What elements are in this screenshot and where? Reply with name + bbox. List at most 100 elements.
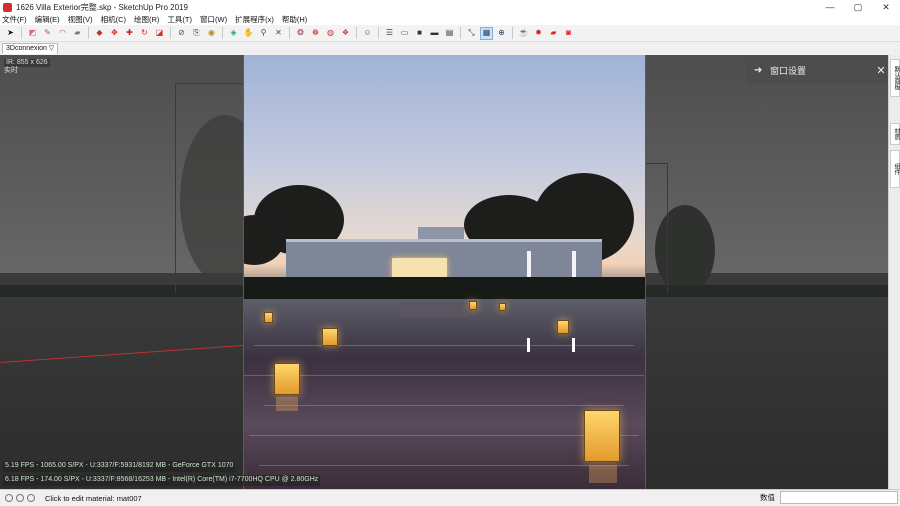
menu-camera[interactable]: 相机(C) [101,14,126,25]
axes-icon[interactable]: ◉ [206,28,217,39]
villa-window [392,258,447,279]
paint-icon[interactable]: ◈ [228,28,239,39]
close-button[interactable]: ✕ [872,0,900,14]
close-icon[interactable]: ✕ [874,64,888,77]
menu-draw[interactable]: 绘图(R) [134,14,159,25]
walk-icon[interactable]: ⤡ [466,28,477,39]
geo-location-icon[interactable] [5,494,13,502]
toolbar-divider [460,27,461,39]
menu-extensions[interactable]: 扩展程序(x) [235,14,274,25]
window-controls: — ▢ ✕ [816,0,900,14]
grid-icon[interactable]: ▬ [429,28,440,39]
gpu-performance-text: 5.19 FPS - 1065.00 S/PX - U:3337/F:5931/… [3,461,236,472]
menu-file[interactable]: 文件(F) [2,14,27,25]
help-icon[interactable] [27,494,35,502]
component-icon[interactable]: ❖ [340,28,351,39]
interactive-render-region[interactable] [243,55,646,489]
menu-view[interactable]: 视图(V) [68,14,93,25]
floating-lantern [584,410,620,462]
menu-help[interactable]: 帮助(H) [282,14,307,25]
dock-tab-materials[interactable]: 材质 [890,123,900,145]
render-hedge [244,277,645,299]
toolbar-divider [378,27,379,39]
window-settings-panel[interactable]: ➜ 窗口设置 ✕ [746,56,888,84]
layout-icon[interactable]: ▦ [480,26,493,40]
vray-render-icon[interactable]: ☕ [518,28,529,39]
floating-lantern [469,301,477,310]
vray-interactive-icon[interactable]: ◙ [563,28,574,39]
measurements-label: 数值 [760,493,775,502]
toolbar-divider [21,27,22,39]
arrow-right-icon[interactable]: ➜ [754,65,766,76]
guide-line [175,83,176,293]
arc-icon[interactable]: ◠ [57,28,68,39]
credits-icon[interactable] [16,494,24,502]
model-viewport[interactable]: IR: 855 x 626 实时 5.19 FPS - 1065.00 S/PX… [0,55,888,489]
water-ripple [264,405,624,406]
tape-icon[interactable]: ⊘ [176,28,187,39]
shape-icon[interactable]: ▰ [72,28,83,39]
cpu-performance-text: 6.18 FPS - 174.00 S/PX - U:3337/F:8568/1… [3,475,321,486]
scene-tab-row: 3Dconnexion ▽ [0,42,900,55]
extension-icon[interactable]: ❁ [310,28,321,39]
floating-lantern [557,320,569,334]
water-ripple [254,345,634,346]
scale-icon[interactable]: ↻ [139,28,150,39]
villa-window [527,251,531,277]
water-ripple [259,465,629,466]
window-title: 1626 Villa Exterior完整.skp - SketchUp Pro… [16,2,188,12]
render-mode: 实时 [4,67,18,74]
menu-window[interactable]: 窗口(W) [200,14,227,25]
select-icon[interactable]: ➤ [5,28,16,39]
dock-tab-default-tray[interactable]: 默认面板 [890,59,900,97]
offset-icon[interactable]: ◪ [154,28,165,39]
orbit-icon[interactable]: ✋ [243,28,254,39]
vray-settings-icon[interactable]: ✹ [533,28,544,39]
measurements-input[interactable] [780,491,898,504]
water-ripple [244,375,644,376]
dock-tab-components[interactable]: 组件 [890,150,900,188]
tab-3dconnexion[interactable]: 3Dconnexion ▽ [2,43,59,54]
sandbox-icon[interactable]: ■ [414,28,425,39]
user-icon[interactable]: ☺ [362,28,373,39]
guide-line [667,163,668,293]
status-message: Click to edit material: mat007 [45,493,142,503]
render-resolution: IR: 855 x 626 [4,59,50,67]
vray-frame-icon[interactable]: ▰ [548,28,559,39]
ruby-icon[interactable]: ◍ [325,28,336,39]
panel-title: 窗口设置 [770,65,807,76]
toolbar-divider [512,27,513,39]
pan-icon[interactable]: ⚲ [258,28,269,39]
sketchup-logo-icon [3,2,12,12]
menu-bar: 文件(F) 编辑(E) 视图(V) 相机(C) 绘图(R) 工具(T) 窗口(W… [0,14,900,25]
text-icon[interactable]: ⎘ [191,28,202,39]
toolbar-divider [289,27,290,39]
rotate-icon[interactable]: ✚ [124,28,135,39]
dock-platform [398,303,472,317]
section-fill-icon[interactable]: ▭ [399,28,410,39]
warehouse-icon[interactable]: ❂ [295,28,306,39]
pencil-icon[interactable]: ✎ [42,28,53,39]
move-icon[interactable]: ✥ [109,28,120,39]
section-icon[interactable]: ☰ [384,28,395,39]
target-icon[interactable]: ⊕ [496,28,507,39]
title-bar: 1626 Villa Exterior完整.skp - SketchUp Pro… [0,0,900,14]
push-pull-icon[interactable]: ◆ [94,28,105,39]
floating-lantern [322,328,338,346]
eraser-icon[interactable]: ◩ [27,28,38,39]
toolbar-divider [88,27,89,39]
minimize-button[interactable]: — [816,0,844,14]
floating-lantern [264,312,273,323]
menu-tools[interactable]: 工具(T) [167,14,192,25]
floating-lantern [274,363,300,395]
sketchup-window: 1626 Villa Exterior完整.skp - SketchUp Pro… [0,0,900,506]
villa-window [572,251,576,277]
guide-line [646,163,668,164]
layer-icon[interactable]: ▤ [444,28,455,39]
toolbar-divider [222,27,223,39]
light-reflection [572,338,575,352]
zoom-icon[interactable]: ✕ [273,28,284,39]
render-info: IR: 855 x 626 实时 [4,59,50,75]
maximize-button[interactable]: ▢ [844,0,872,14]
menu-edit[interactable]: 编辑(E) [35,14,60,25]
